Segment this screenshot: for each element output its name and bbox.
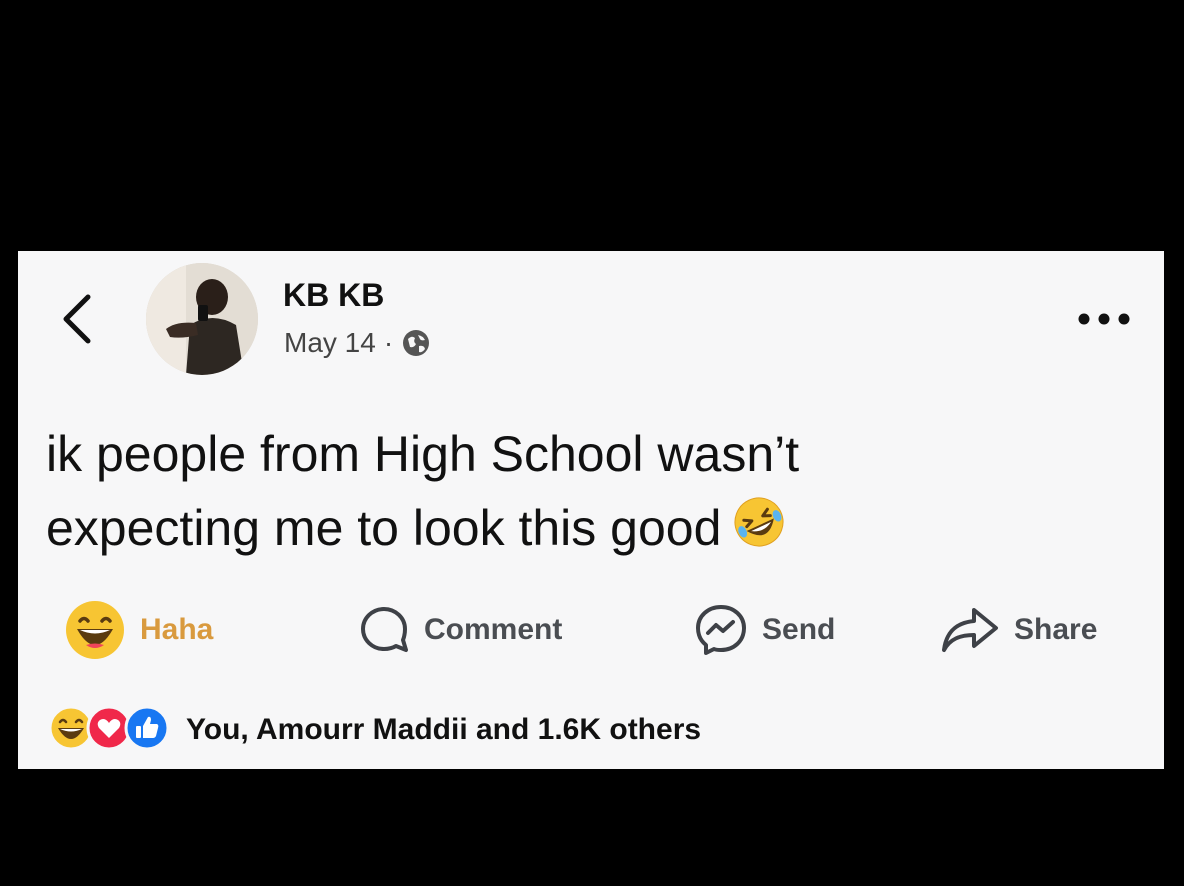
post-text: ik people from High School wasn’t expect… <box>46 417 1126 570</box>
post-text-line-1: ik people from High School wasn’t <box>46 426 800 482</box>
rofl-emoji-icon <box>731 494 787 570</box>
post-card: KB KB May 14 · ik people from High Schoo… <box>18 251 1164 769</box>
reaction-summary-text: You, Amourr Maddii and 1.6K others <box>186 713 702 746</box>
author-name[interactable]: KB KB <box>283 277 384 314</box>
more-icon <box>1078 313 1130 325</box>
globe-icon <box>403 330 430 356</box>
like-reaction-icon <box>124 705 170 756</box>
post-meta: May 14 · <box>284 327 431 359</box>
more-options-button[interactable] <box>1074 299 1134 339</box>
reaction-summary[interactable]: You, Amourr Maddii and 1.6K others <box>48 705 701 755</box>
comment-icon <box>361 607 408 652</box>
haha-label: Haha <box>140 613 214 646</box>
post-text-line-2: expecting me to look this good <box>46 500 722 556</box>
back-button[interactable] <box>58 289 98 349</box>
reaction-icons <box>48 705 170 756</box>
haha-icon <box>66 601 124 659</box>
share-label: Share <box>1014 613 1098 646</box>
messenger-icon <box>696 605 746 655</box>
post-date[interactable]: May 14 <box>284 327 376 359</box>
comment-label: Comment <box>424 613 563 646</box>
avatar[interactable] <box>146 263 258 375</box>
post-text-line-2-wrap: expecting me to look this good <box>46 491 1126 570</box>
comment-button[interactable]: Comment <box>358 593 562 667</box>
share-button[interactable]: Share <box>940 593 1097 667</box>
action-bar: Haha Comment Send Share <box>18 593 1164 667</box>
haha-button[interactable]: Haha <box>64 593 213 667</box>
meta-separator: · <box>383 327 394 358</box>
send-label: Send <box>762 613 836 646</box>
share-icon <box>942 608 998 652</box>
chevron-left-icon <box>63 294 91 344</box>
send-button[interactable]: Send <box>694 593 835 667</box>
